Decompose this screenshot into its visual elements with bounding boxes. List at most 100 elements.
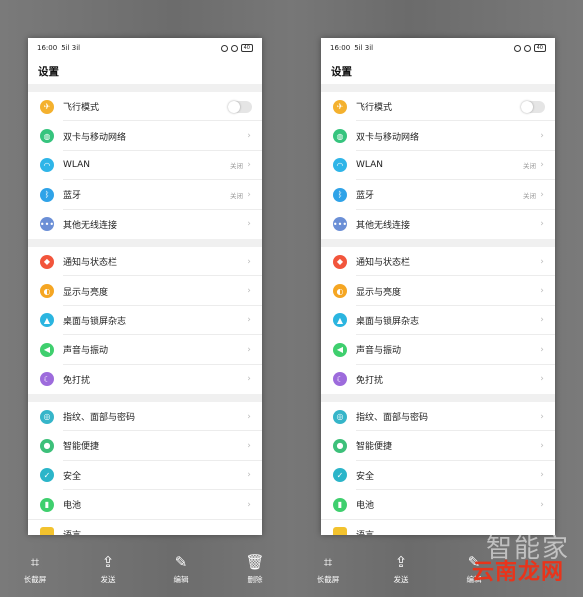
settings-row[interactable]: ◎ 指纹、面部与密码 › xyxy=(321,402,555,432)
chevron-right-icon: › xyxy=(247,219,251,230)
status-time: 16:00 xyxy=(330,44,351,52)
airplane-mode-toggle[interactable] xyxy=(521,100,545,113)
settings-row[interactable]: ☾ 免打扰 › xyxy=(28,365,262,394)
settings-row[interactable]: ☾ 免打扰 › xyxy=(321,365,555,394)
settings-row[interactable]: ◆ 通知与状态栏 › xyxy=(321,247,555,277)
globe-icon: ◍ xyxy=(333,129,347,144)
settings-row[interactable]: ▮ 电池 › xyxy=(28,490,262,519)
settings-row[interactable]: ◀ 声音与振动 › xyxy=(28,335,262,365)
toolbar-button[interactable]: ⌗ 长截屏 xyxy=(15,553,55,585)
settings-row[interactable]: ● 智能便捷 › xyxy=(28,431,262,461)
settings-row[interactable]: 语言 xyxy=(28,520,262,535)
settings-group: ✈ 飞行模式 ◍ 双卡与移动网络 › ◠ WLAN 关闭 › ᛒ 蓝牙 关闭 › ••• 其他无线连接 › xyxy=(321,92,555,239)
share-icon: ⇪ xyxy=(394,553,408,571)
settings-row[interactable]: ✓ 安全 › xyxy=(28,461,262,491)
chevron-right-icon: › xyxy=(540,315,544,326)
chevron-right-icon: › xyxy=(247,256,251,267)
battery-icon: ▮ xyxy=(40,497,54,512)
group-divider xyxy=(321,84,555,92)
chevron-right-icon: › xyxy=(540,256,544,267)
settings-row-label: 免打扰 xyxy=(356,375,384,386)
chevron-right-icon: › xyxy=(247,189,251,200)
toolbar-button[interactable]: ⌗ 长截屏 xyxy=(308,553,348,585)
group-divider xyxy=(28,238,262,247)
settings-row[interactable]: ◆ 通知与状态栏 › xyxy=(28,247,262,277)
chevron-right-icon: › xyxy=(247,374,251,385)
settings-row-label: 安全 xyxy=(356,471,375,482)
settings-row-label: 桌面与锁屏杂志 xyxy=(356,316,420,327)
speaker-icon: ◀ xyxy=(333,342,347,357)
settings-row[interactable]: ▲ 桌面与锁屏杂志 › xyxy=(321,306,555,336)
settings-row[interactable]: ••• 其他无线连接 › xyxy=(321,210,555,239)
settings-group: ◎ 指纹、面部与密码 › ● 智能便捷 › ✓ 安全 › ▮ 电池 › xyxy=(28,401,262,520)
settings-row[interactable]: ✈ 飞行模式 xyxy=(28,92,262,122)
settings-row[interactable]: ▮ 电池 › xyxy=(321,490,555,519)
chevron-right-icon: › xyxy=(540,470,544,481)
vibrate-icon xyxy=(523,44,531,52)
airplane-icon: ✈ xyxy=(333,99,347,114)
crop-icon: ⌗ xyxy=(323,553,333,571)
settings-row[interactable]: ᛒ 蓝牙 关闭 › xyxy=(28,180,262,210)
settings-row-label: 双卡与移动网络 xyxy=(63,132,127,143)
wifi-icon: ◠ xyxy=(333,158,347,173)
chevron-right-icon: › xyxy=(247,286,251,297)
settings-row-label: 双卡与移动网络 xyxy=(356,132,420,143)
settings-row-label: 语言 xyxy=(356,528,374,535)
settings-row[interactable]: ◀ 声音与振动 › xyxy=(321,335,555,365)
settings-group: ◎ 指纹、面部与密码 › ● 智能便捷 › ✓ 安全 › ▮ 电池 › xyxy=(321,401,555,520)
settings-row[interactable]: ◐ 显示与亮度 › xyxy=(28,276,262,306)
settings-row-label: WLAN xyxy=(356,160,384,171)
settings-row-label: 蓝牙 xyxy=(63,191,82,202)
airplane-mode-toggle[interactable] xyxy=(228,100,252,113)
settings-row[interactable]: ᛒ 蓝牙 关闭 › xyxy=(321,180,555,210)
airplane-icon: ✈ xyxy=(40,99,54,114)
settings-row-label: 指纹、面部与密码 xyxy=(356,413,429,424)
bluetooth-icon: ᛒ xyxy=(333,187,347,202)
settings-row[interactable]: ◐ 显示与亮度 › xyxy=(321,276,555,306)
crop-icon: ⌗ xyxy=(30,553,40,571)
chevron-right-icon: › xyxy=(540,374,544,385)
settings-row-label: 显示与亮度 xyxy=(63,287,109,298)
settings-row-label: 蓝牙 xyxy=(356,191,375,202)
bell-icon: ◆ xyxy=(40,254,54,269)
chevron-right-icon: › xyxy=(540,286,544,297)
fingerprint-icon: ◎ xyxy=(40,409,54,424)
settings-row[interactable]: ✈ 飞行模式 xyxy=(321,92,555,122)
settings-row[interactable]: ◎ 指纹、面部与密码 › xyxy=(28,402,262,432)
toolbar-button[interactable]: 🗑 删除 xyxy=(235,553,275,585)
settings-row[interactable]: ••• 其他无线连接 › xyxy=(28,210,262,239)
settings-row[interactable]: ▲ 桌面与锁屏杂志 › xyxy=(28,306,262,336)
group-divider xyxy=(321,238,555,247)
group-divider xyxy=(28,84,262,92)
bluetooth-icon: ᛒ xyxy=(40,187,54,202)
toolbar-button[interactable]: ⇪ 发送 xyxy=(88,553,128,585)
settings-row-value: 关闭 xyxy=(230,162,243,171)
settings-row[interactable]: ◍ 双卡与移动网络 › xyxy=(321,121,555,151)
toolbar-button[interactable]: ✎ 编辑 xyxy=(161,553,201,585)
watermark-bottom: 云南龙网 xyxy=(471,560,564,585)
toolbar-button[interactable]: ⇪ 发送 xyxy=(381,553,421,585)
settings-group: ◆ 通知与状态栏 › ◐ 显示与亮度 › ▲ 桌面与锁屏杂志 › ◀ 声音与振动 › ☾ 免打扰 › xyxy=(28,246,262,394)
watermark: 智能家 云南龙网 xyxy=(448,528,578,588)
chevron-right-icon: › xyxy=(247,131,251,142)
settings-row-label: 其他无线连接 xyxy=(63,220,118,231)
settings-row-label: 声音与振动 xyxy=(63,346,109,357)
settings-row[interactable]: ● 智能便捷 › xyxy=(321,431,555,461)
settings-row[interactable]: ◍ 双卡与移动网络 › xyxy=(28,121,262,151)
pen-icon: ✎ xyxy=(174,553,188,571)
shield-icon: ✓ xyxy=(40,468,54,483)
toolbar-label: 删除 xyxy=(247,575,263,584)
chevron-right-icon: › xyxy=(247,344,251,355)
toolbar-label: 长截屏 xyxy=(23,575,47,584)
trash-icon: 🗑 xyxy=(245,553,265,571)
more-icon: ••• xyxy=(40,217,54,232)
settings-row[interactable]: ✓ 安全 › xyxy=(321,461,555,491)
battery-indicator: 40 xyxy=(240,44,253,52)
moon-icon: ☾ xyxy=(40,372,54,387)
smart-icon: ● xyxy=(40,438,54,453)
toolbar-label: 发送 xyxy=(393,575,409,584)
settings-row[interactable]: ◠ WLAN 关闭 › xyxy=(321,151,555,181)
bell-icon: ◆ xyxy=(333,254,347,269)
settings-row-label: 通知与状态栏 xyxy=(356,258,411,269)
settings-row[interactable]: ◠ WLAN 关闭 › xyxy=(28,151,262,181)
